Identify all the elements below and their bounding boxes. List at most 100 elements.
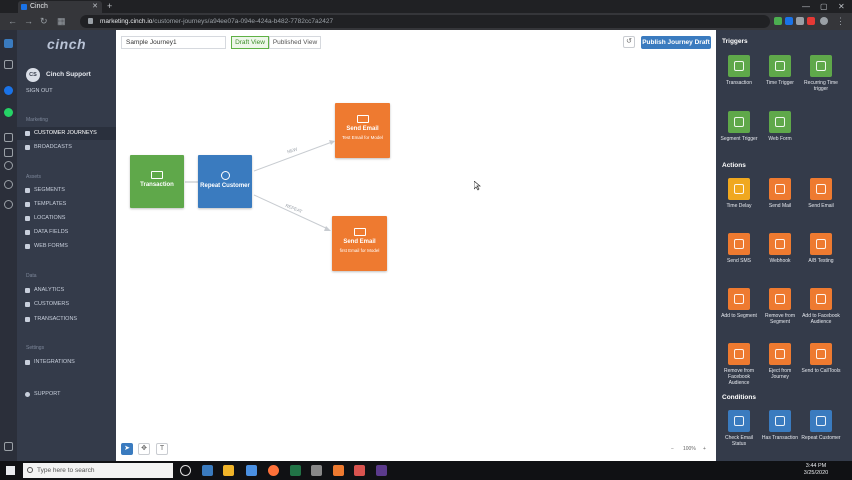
taskbar-app-icon[interactable]: [246, 465, 257, 476]
home-icon[interactable]: [4, 60, 13, 69]
sidebar-item-templates[interactable]: TEMPLATES: [17, 198, 116, 211]
browser-menu-icon[interactable]: ⋮: [836, 13, 845, 30]
node-send-email-2[interactable]: Send Email first Email for Model: [332, 216, 387, 271]
extension-icon[interactable]: [774, 17, 782, 25]
history-icon[interactable]: [4, 148, 13, 157]
extension-icon[interactable]: [807, 17, 815, 25]
triggers-heading: Triggers: [722, 38, 748, 45]
clock-icon[interactable]: [4, 180, 13, 189]
taskbar-app-icon[interactable]: [354, 465, 365, 476]
maximize-icon[interactable]: ▢: [820, 0, 828, 13]
system-clock[interactable]: 3:44 PM 3/25/2020: [796, 463, 836, 477]
file-explorer-icon[interactable]: [223, 465, 234, 476]
profile-icon[interactable]: [820, 17, 828, 25]
palette-actions-icon: [769, 233, 791, 255]
sidebar-item-customer-journeys[interactable]: CUSTOMER JOURNEYS: [17, 127, 116, 140]
node-title: Send Email: [346, 126, 379, 132]
palette-actions-icon: [728, 343, 750, 365]
browser-tab[interactable]: Cinch ✕: [18, 1, 102, 13]
palette-item-actions[interactable]: A/B Testing: [801, 233, 841, 264]
palette-item-label: Web Form: [768, 136, 792, 142]
journey-canvas[interactable]: Sample Journey1 Draft View Published Vie…: [116, 30, 716, 461]
edge-repeat-to-email2: [253, 194, 329, 230]
palette-item-conditions[interactable]: Has Transaction: [760, 410, 800, 441]
node-transaction[interactable]: Transaction: [130, 155, 184, 208]
close-window-icon[interactable]: ✕: [838, 0, 845, 13]
extension-icon[interactable]: [796, 17, 804, 25]
firefox-icon[interactable]: [268, 465, 279, 476]
palette-item-conditions[interactable]: Check Email Status: [719, 410, 759, 447]
whatsapp-icon[interactable]: [4, 108, 13, 117]
palette-item-triggers[interactable]: Segment Trigger: [719, 111, 759, 142]
palette-item-label: A/B Testing: [808, 258, 834, 264]
sidebar-item-web-forms[interactable]: WEB FORMS: [17, 240, 116, 253]
taskbar-app-icon[interactable]: [202, 465, 213, 476]
heart-icon[interactable]: [4, 161, 13, 170]
palette-item-actions[interactable]: Eject from Journey: [760, 343, 800, 380]
palette-glyph-icon: [734, 239, 744, 249]
palette-item-actions[interactable]: Send SMS: [719, 233, 759, 264]
palette-glyph-icon: [775, 349, 785, 359]
taskbar-app-icon[interactable]: [333, 465, 344, 476]
palette-triggers-icon: [728, 55, 750, 77]
sidebar-item-analytics[interactable]: ANALYTICS: [17, 284, 116, 297]
sidebar-item-transactions[interactable]: TRANSACTIONS: [17, 313, 116, 326]
new-tab-icon[interactable]: +: [107, 0, 112, 13]
sidebar-item-customers[interactable]: CUSTOMERS: [17, 298, 116, 311]
taskbar-search-input[interactable]: Type here to search: [23, 463, 173, 478]
palette-item-label: Remove from Facebook Audience: [723, 368, 754, 386]
node-send-email-1[interactable]: Send Email Test Email for Model: [335, 103, 390, 158]
cinch-app-icon[interactable]: [4, 39, 13, 48]
sidebar-item-locations[interactable]: LOCATIONS: [17, 212, 116, 225]
play-icon[interactable]: [4, 133, 13, 142]
more-icon[interactable]: [4, 442, 13, 451]
sidebar-item-segments[interactable]: SEGMENTS: [17, 184, 116, 197]
palette-item-triggers[interactable]: Recurring Time trigger: [801, 55, 841, 92]
palette-item-triggers[interactable]: Transaction: [719, 55, 759, 86]
palette-item-actions[interactable]: Send to CallTools: [801, 343, 841, 374]
zoom-out-button[interactable]: −: [671, 446, 674, 452]
sign-out-link[interactable]: SIGN OUT: [26, 88, 53, 94]
palette-item-triggers[interactable]: Web Form: [760, 111, 800, 142]
select-tool-button[interactable]: ➤: [121, 443, 133, 455]
excel-icon[interactable]: [290, 465, 301, 476]
sidebar-item-support[interactable]: SUPPORT: [17, 388, 116, 401]
extension-icon[interactable]: [785, 17, 793, 25]
palette-item-conditions[interactable]: Repeat Customer: [801, 410, 841, 441]
palette-item-actions[interactable]: Send Mail: [760, 178, 800, 209]
palette-item-actions[interactable]: Remove from Facebook Audience: [719, 343, 759, 386]
pan-tool-button[interactable]: ✥: [138, 443, 150, 455]
url-field[interactable]: marketing.cinch.io/customer-journeys/a94…: [80, 15, 770, 28]
reload-icon[interactable]: ↻: [40, 13, 48, 30]
sidebar-item-integrations[interactable]: INTEGRATIONS: [17, 356, 116, 369]
palette-item-actions[interactable]: Time Delay: [719, 178, 759, 209]
palette-conditions-icon: [728, 410, 750, 432]
messenger-icon[interactable]: [4, 86, 13, 95]
sidebar-item-broadcasts[interactable]: BROADCASTS: [17, 141, 116, 154]
close-tab-icon[interactable]: ✕: [92, 1, 98, 13]
minimize-icon[interactable]: —: [802, 0, 810, 13]
taskbar-app-icon[interactable]: [311, 465, 322, 476]
apps-icon[interactable]: ▦: [57, 13, 66, 30]
sidebar-item-data-fields[interactable]: DATA FIELDS: [17, 226, 116, 239]
palette-item-actions[interactable]: Add to Facebook Audience: [801, 288, 841, 325]
back-icon[interactable]: ←: [8, 13, 17, 30]
palette-item-actions[interactable]: Add to Segment: [719, 288, 759, 319]
gear-icon[interactable]: [4, 200, 13, 209]
section-settings: Settings: [26, 345, 45, 351]
task-view-icon[interactable]: [180, 465, 191, 476]
palette-item-actions[interactable]: Webhook: [760, 233, 800, 264]
palette-item-actions[interactable]: Remove from Segment: [760, 288, 800, 325]
palette-glyph-icon: [816, 416, 826, 426]
text-tool-button[interactable]: T: [156, 443, 168, 455]
windows-start-icon[interactable]: [6, 466, 15, 475]
sidebar-item-label: CUSTOMER JOURNEYS: [34, 130, 97, 136]
palette-item-triggers[interactable]: Time Trigger: [760, 55, 800, 86]
forward-icon[interactable]: →: [24, 13, 33, 30]
palette-item-actions[interactable]: Send Email: [801, 178, 841, 209]
transactions-icon: [25, 317, 30, 322]
palette-glyph-icon: [775, 294, 785, 304]
node-repeat-customer[interactable]: Repeat Customer: [198, 155, 252, 208]
zoom-in-button[interactable]: +: [703, 446, 706, 452]
taskbar-app-icon[interactable]: [376, 465, 387, 476]
